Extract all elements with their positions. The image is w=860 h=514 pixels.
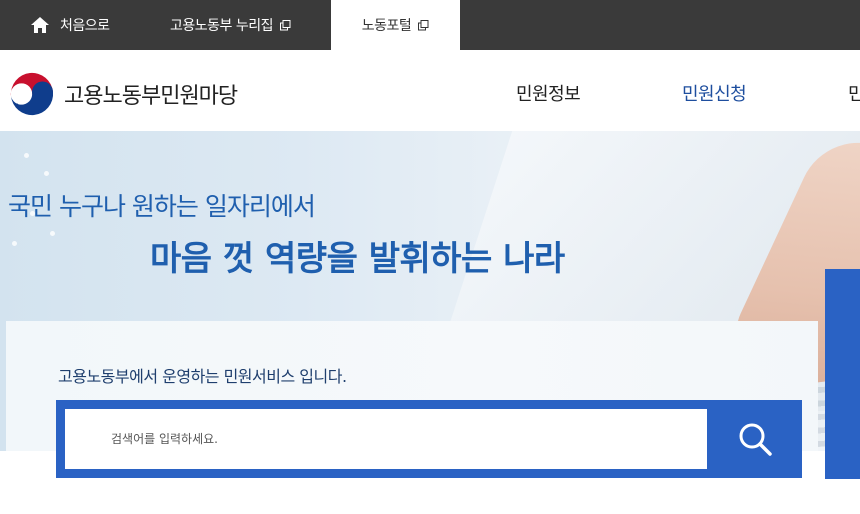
ministry-site-link[interactable]: 고용노동부 누리집 [170, 0, 291, 50]
search-panel: 고용노동부에서 운영하는 민원서비스 입니다. [6, 321, 818, 478]
search-button[interactable] [707, 400, 802, 478]
external-link-icon [280, 19, 291, 30]
search-description: 고용노동부에서 운영하는 민원서비스 입니다. [58, 367, 347, 386]
ministry-site-label: 고용노동부 누리집 [170, 18, 274, 34]
site-header: 고용노동부민원마당 민원정보 민원신청 민 [0, 50, 860, 132]
external-link-icon [418, 19, 429, 30]
home-label: 처음으로 [60, 18, 110, 34]
site-logo[interactable]: 고용노동부민원마당 [8, 70, 238, 118]
hero-slogan: 마음 껏 역량을 발휘하는 나라 [150, 239, 565, 279]
search-icon [739, 423, 772, 456]
decor-dot [50, 231, 55, 236]
home-link[interactable]: 처음으로 [30, 0, 110, 50]
taegeuk-emblem-icon [9, 71, 55, 117]
labor-portal-label: 노동포털 [361, 18, 412, 34]
nav-civil-info[interactable]: 민원정보 [516, 80, 581, 106]
site-title: 고용노동부민원마당 [64, 84, 238, 109]
nav-civil-application[interactable]: 민원신청 [682, 80, 747, 106]
search-input[interactable] [65, 409, 707, 469]
search-box [56, 400, 802, 478]
side-accent-panel [825, 269, 860, 479]
home-icon [31, 17, 49, 33]
hero-headline: 국민 누구나 원하는 일자리에서 [8, 192, 316, 221]
labor-portal-link[interactable]: 노동포털 [331, 0, 460, 50]
top-utility-bar: 처음으로 고용노동부 누리집 노동포털 [0, 0, 860, 50]
nav-item-partial[interactable]: 민 [848, 80, 860, 106]
decor-dot [12, 241, 17, 246]
decor-dot [24, 153, 29, 158]
decor-dot [44, 171, 49, 176]
